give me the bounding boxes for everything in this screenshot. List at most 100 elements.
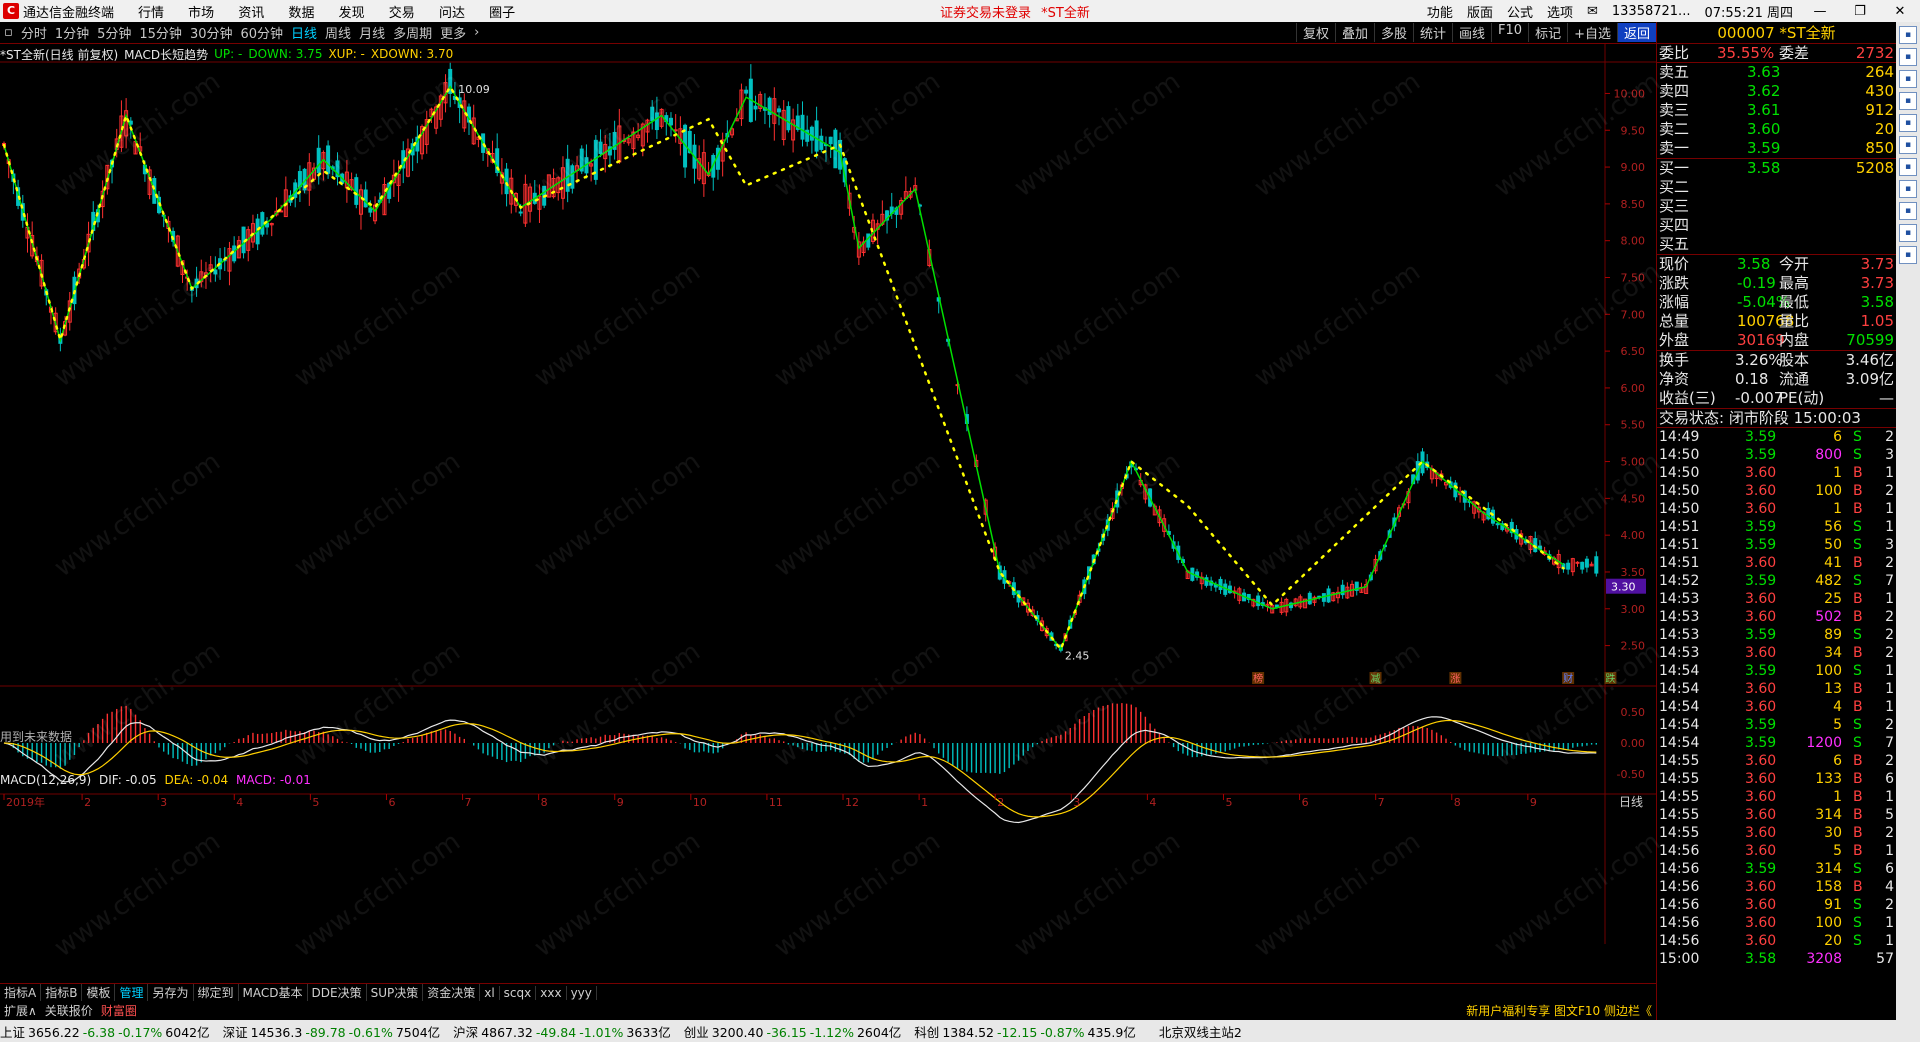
tick-side: S: [1853, 519, 1862, 535]
tab-manage[interactable]: 管理: [115, 984, 149, 1001]
index-pct: -1.12%: [809, 1024, 854, 1040]
minimize-icon[interactable]: —: [1807, 4, 1833, 19]
period-15min[interactable]: 15分钟: [139, 23, 182, 42]
tool-draw[interactable]: 画线: [1452, 23, 1491, 42]
period-monthly[interactable]: 月线: [359, 23, 385, 42]
period-multi[interactable]: 多周期: [393, 23, 432, 42]
tool-f10[interactable]: F10: [1491, 23, 1528, 42]
fund-value: -0.007: [1735, 389, 1784, 407]
ask-book: 卖五 3.63 264 卖四 3.62 430 卖三 3.61 912 卖二 3.60 20 卖一 3.5…: [1657, 63, 1896, 158]
period-60min[interactable]: 60分钟: [240, 23, 283, 42]
tab-related-quote[interactable]: 关联报价: [41, 1002, 97, 1019]
tick-price: 3.60: [1745, 825, 1777, 841]
promo-link[interactable]: 新用户福利专享 图文F10 侧边栏《: [1462, 1002, 1656, 1019]
stock-label[interactable]: *ST全新(日线 前复权): [0, 46, 118, 63]
tab-expand[interactable]: 扩展∧: [0, 1002, 41, 1019]
tab-template[interactable]: 模板: [82, 984, 116, 1001]
tab-yyy[interactable]: yyy: [567, 985, 597, 1000]
login-notice[interactable]: 证券交易未登录: [940, 6, 1031, 21]
tab-indicator-b[interactable]: 指标B: [41, 984, 83, 1001]
tab-sup[interactable]: SUP决策: [367, 984, 424, 1001]
menu-discover[interactable]: 发现: [339, 6, 365, 21]
menu-trade[interactable]: 交易: [389, 6, 415, 21]
tool-overlay[interactable]: 叠加: [1334, 23, 1374, 42]
kline-chart[interactable]: 10.009.509.008.508.007.507.006.506.005.5…: [0, 44, 1656, 970]
down-arrow-icon[interactable]: ▪: [1899, 48, 1917, 66]
tab-bind[interactable]: 绑定到: [194, 984, 239, 1001]
mail-icon[interactable]: ✉: [1587, 4, 1598, 19]
account-id[interactable]: 13358721...: [1612, 4, 1691, 19]
period-intraday[interactable]: 分时: [21, 23, 47, 42]
index-item[interactable]: 创业 3200.40 -36.15 -1.12% 2604亿: [684, 1022, 905, 1041]
period-30min[interactable]: 30分钟: [190, 23, 233, 42]
tab-scqx[interactable]: scqx: [500, 985, 537, 1000]
tab-dde[interactable]: DDE决策: [308, 984, 367, 1001]
restore-icon[interactable]: ❐: [1847, 4, 1873, 19]
index-val: 3200.40: [711, 1024, 764, 1040]
tab-indicator-a[interactable]: 指标A: [0, 984, 42, 1001]
menu-function[interactable]: 功能: [1427, 2, 1453, 21]
index-item[interactable]: 沪深 4867.32 -49.84 -1.01% 3633亿: [453, 1022, 674, 1041]
price-tick-label: 6.50: [1621, 345, 1646, 358]
index-item[interactable]: 科创 1384.52 -12.15 -0.87% 435.9亿: [914, 1022, 1139, 1041]
index-item[interactable]: 上证 3656.22 -6.38 -0.17% 6042亿: [0, 1022, 213, 1041]
tick-side: B: [1853, 771, 1863, 787]
menu-layout[interactable]: 版面: [1467, 2, 1493, 21]
index-item[interactable]: 深证 14536.3 -89.78 -0.61% 7504亿: [223, 1022, 444, 1041]
period-more[interactable]: 更多: [440, 23, 466, 42]
login-status[interactable]: 证券交易未登录 *ST全新: [940, 2, 1090, 21]
tab-wealth-circle[interactable]: 财富圈: [97, 1002, 141, 1019]
period-daily[interactable]: 日线: [291, 23, 317, 42]
list-icon[interactable]: ▪: [1899, 92, 1917, 110]
chart-type-icon[interactable]: ▫: [4, 25, 13, 40]
zoom-icon[interactable]: ▪: [1899, 246, 1917, 264]
tab-fund[interactable]: 资金决策: [423, 984, 481, 1001]
tab-xl[interactable]: xl: [480, 985, 500, 1000]
menu-market[interactable]: 行情: [138, 6, 164, 21]
menu-options[interactable]: 选项: [1547, 2, 1573, 21]
tool-return[interactable]: 返回: [1616, 23, 1656, 42]
menu-data[interactable]: 数据: [288, 6, 314, 21]
f10-icon[interactable]: ▪: [1899, 136, 1917, 154]
tool-mark[interactable]: 标记: [1528, 23, 1567, 42]
menu-news[interactable]: 资讯: [238, 6, 264, 21]
rsi-icon[interactable]: ▪: [1899, 180, 1917, 198]
tab-xxx[interactable]: xxx: [536, 985, 567, 1000]
chart-icon[interactable]: ▪: [1899, 70, 1917, 88]
move-icon[interactable]: ▪: [1899, 202, 1917, 220]
kline-chart-area[interactable]: 10.00 9.50 9.00 8.50 8.00 7.50 7.00 6.50 6.00 5.5…: [0, 44, 1656, 970]
tool-adjust[interactable]: 复权: [1295, 23, 1335, 42]
indicator-name[interactable]: MACD长短趋势: [124, 46, 208, 63]
pen-icon[interactable]: ▪: [1899, 224, 1917, 242]
server-name[interactable]: 北京双线主站2: [1159, 1022, 1242, 1041]
up-arrow-icon[interactable]: ▪: [1899, 26, 1917, 44]
menu-markets[interactable]: 市场: [188, 6, 214, 21]
period-weekly[interactable]: 周线: [325, 23, 351, 42]
macd-name[interactable]: MACD(12,26,9): [0, 773, 91, 787]
index-val: 1384.52: [942, 1024, 995, 1040]
calendar-icon[interactable]: ▪: [1899, 158, 1917, 176]
period-5min[interactable]: 5分钟: [97, 23, 131, 42]
index-name: 科创: [914, 1024, 940, 1040]
menu-ask[interactable]: 问达: [439, 6, 465, 21]
tick-volume: 314: [1815, 807, 1842, 823]
price-tick-label: 5.50: [1621, 419, 1646, 432]
tick-list[interactable]: 14:49 3.59 6 S 2 14:50 3.59 800 S 3 14:50 3.60 1 B 1 14…: [1657, 428, 1896, 968]
chevron-right-icon[interactable]: ›: [474, 25, 479, 40]
close-icon[interactable]: ✕: [1887, 4, 1913, 19]
menu-circle[interactable]: 圈子: [489, 6, 515, 21]
tool-stats[interactable]: 统计: [1413, 23, 1452, 42]
tab-macd-basic[interactable]: MACD基本: [239, 984, 308, 1001]
bid-row: 买三: [1657, 197, 1896, 216]
tool-add-watchlist[interactable]: +自选: [1567, 23, 1617, 42]
bid-label: 买四: [1659, 216, 1690, 234]
news-icon[interactable]: ▪: [1899, 114, 1917, 132]
tick-row: 14:51 3.60 41 B 2: [1657, 554, 1896, 572]
period-1min[interactable]: 1分钟: [55, 23, 89, 42]
macd-dea: DEA: -0.04: [164, 773, 229, 787]
menu-formula[interactable]: 公式: [1507, 2, 1533, 21]
stat-row: 外盘 30169 内盘 70599: [1657, 331, 1896, 350]
tool-multi-stock[interactable]: 多股: [1373, 23, 1413, 42]
tick-count: 2: [1885, 429, 1894, 445]
tab-save-as[interactable]: 另存为: [148, 984, 194, 1001]
